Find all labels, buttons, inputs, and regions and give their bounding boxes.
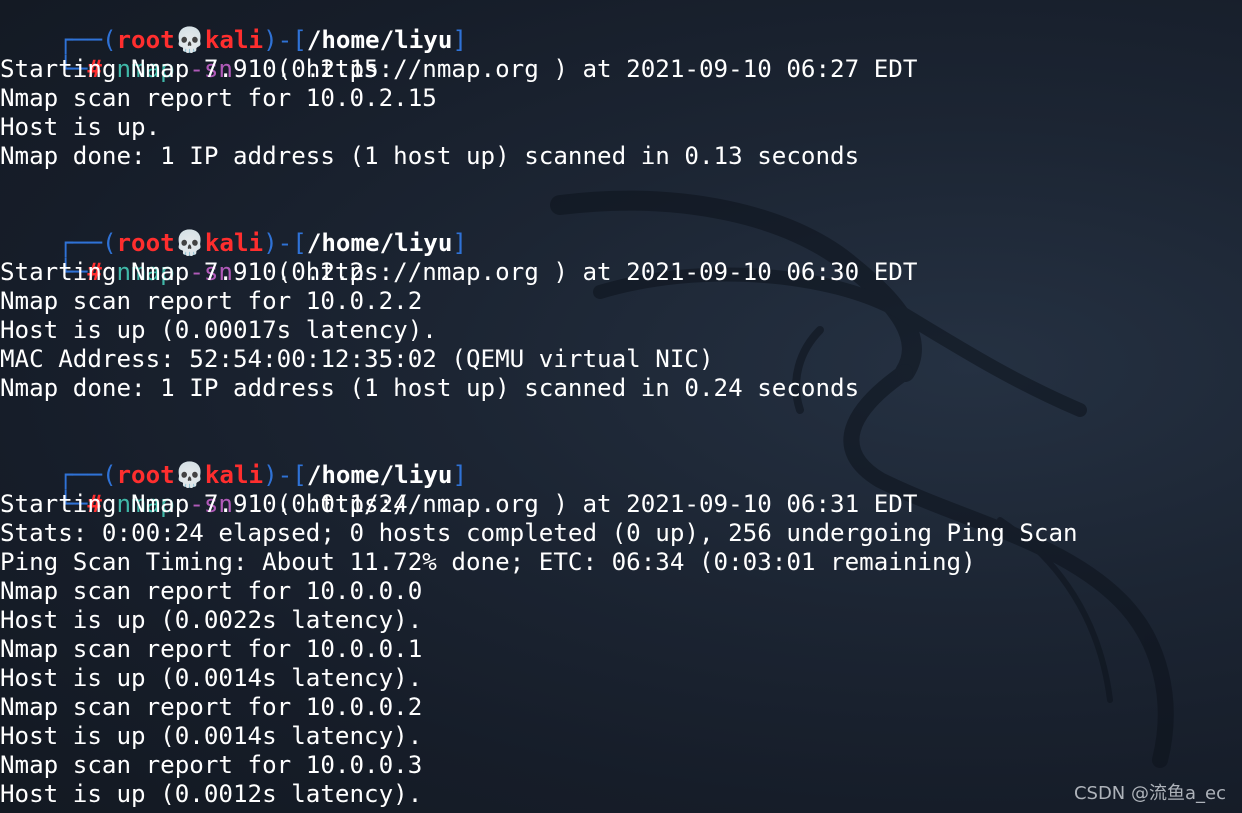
- output-line: Nmap done: 1 IP address (1 host up) scan…: [0, 142, 860, 170]
- watermark: CSDN @流鱼a_ec: [1073, 783, 1226, 804]
- output-line: MAC Address: 52:54:00:12:35:02 (QEMU vir…: [0, 345, 714, 373]
- output-line: Ping Scan Timing: About 11.72% done; ETC…: [0, 548, 976, 576]
- output-line: Nmap done: 1 IP address (1 host up) scan…: [0, 374, 860, 402]
- prompt-close-bracket: ]: [452, 26, 467, 54]
- prompt-line: ┌──(root💀kali)-[/home/liyu]: [0, 200, 467, 257]
- output-line: Host is up (0.0014s latency).: [0, 664, 423, 692]
- output-line: Host is up (0.0022s latency).: [0, 606, 423, 634]
- command-line[interactable]: └─# nmap -sn 10.0.2.15: [0, 26, 378, 83]
- prompt-close-bracket: ]: [452, 461, 467, 489]
- output-line: Host is up.: [0, 113, 161, 141]
- output-line: Stats: 0:00:24 elapsed; 0 hosts complete…: [0, 519, 1078, 547]
- output-line: Host is up (0.0012s latency).: [0, 780, 423, 808]
- output-line: Starting Nmap 7.91 ( https://nmap.org ) …: [0, 55, 918, 83]
- output-line: Nmap scan report for 10.0.0.0: [0, 577, 423, 605]
- output-line: Starting Nmap 7.91 ( https://nmap.org ) …: [0, 258, 918, 286]
- output-line: Host is up (0.00017s latency).: [0, 316, 437, 344]
- prompt-close-bracket: ]: [452, 229, 467, 257]
- output-line: Nmap scan report for 10.0.2.15: [0, 84, 437, 112]
- output-line: Starting Nmap 7.91 ( https://nmap.org ) …: [0, 490, 918, 518]
- prompt-line: ┌──(root💀kali)-[/home/liyu]: [0, 432, 467, 489]
- output-line: Nmap scan report for 10.0.2.2: [0, 287, 423, 315]
- command-line[interactable]: └─# nmap -sn 10.0.0.1/24: [0, 461, 408, 518]
- prompt-line: ┌──(root💀kali)-[/home/liyu]: [0, 0, 467, 54]
- output-line: Host is up (0.0014s latency).: [0, 722, 423, 750]
- command-line[interactable]: └─# nmap -sn 10.0.2.2: [0, 229, 364, 286]
- output-line: Nmap scan report for 10.0.0.2: [0, 693, 423, 721]
- terminal-window[interactable]: ┌──(root💀kali)-[/home/liyu] └─# nmap -sn…: [0, 0, 1242, 813]
- output-line: Nmap scan report for 10.0.0.1: [0, 635, 423, 663]
- output-line: Nmap scan report for 10.0.0.3: [0, 751, 423, 779]
